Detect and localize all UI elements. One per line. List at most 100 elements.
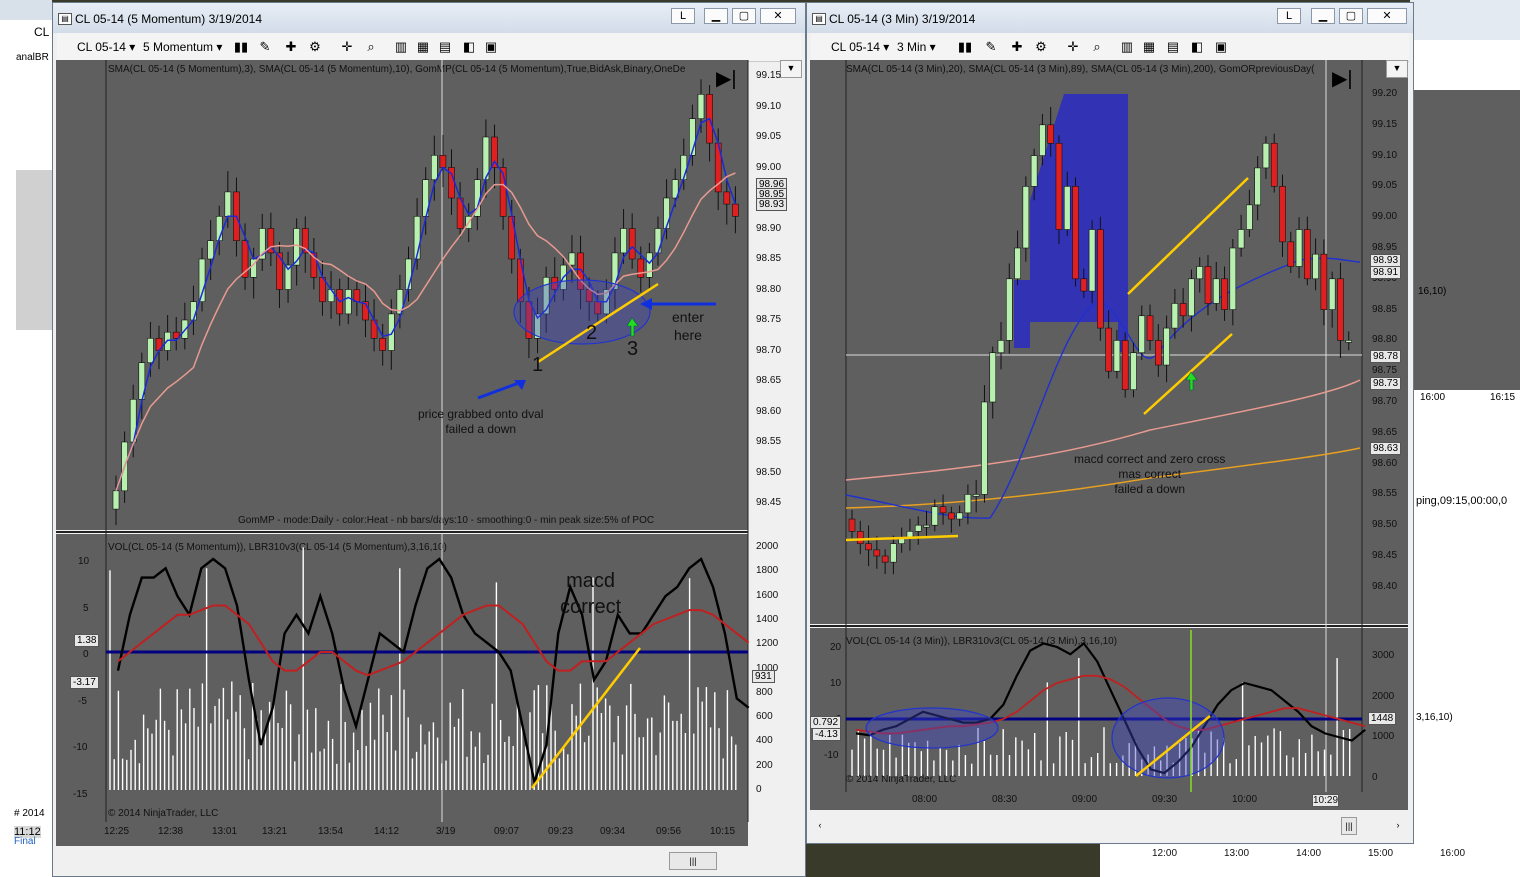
w2-candle-body (1022, 186, 1030, 249)
w2-candle-body (848, 518, 856, 532)
w2-candle-body (1246, 204, 1253, 230)
w2-time-tick: 08:00 (912, 794, 938, 805)
w2-time-tick: 10:29 (1312, 794, 1340, 807)
w2-price-tick: 99.20 (1372, 88, 1398, 99)
w2-candle-body (1072, 186, 1079, 280)
w1-vol-tick: 0 (756, 784, 762, 795)
w2-candle-body (972, 494, 980, 497)
annotation-label-1: 1 (532, 354, 544, 376)
w2-vol-tick: 2000 (1372, 690, 1395, 702)
w1-time-tick: 09:07 (494, 826, 520, 837)
w2-candle-body (873, 549, 881, 557)
w2-candle-body (1039, 124, 1046, 156)
w1-time-tick: 3/19 (436, 826, 456, 837)
w2-candle-body (1030, 155, 1038, 187)
w2-price-tick: 98.85 (1372, 303, 1398, 315)
w2-candle-body (1130, 352, 1137, 390)
w1-time-tick: 09:34 (600, 826, 626, 837)
w2-ellipse-left (865, 707, 999, 749)
w2-candle-body (1005, 278, 1013, 341)
w1-candle-body (293, 228, 300, 266)
w1-price-tick: 98.60 (756, 405, 782, 417)
w2-candle-body (1229, 247, 1237, 310)
w1-time-tick: 09:56 (656, 826, 682, 837)
w2-price-tag: 98.91 (1370, 266, 1402, 279)
w2-price-tick: 98.70 (1372, 396, 1398, 407)
w2-candle-body (1237, 229, 1245, 249)
w1-osc-tick: -5 (78, 695, 87, 707)
w1-candle-body (628, 228, 636, 260)
w1-vol-tick: 1200 (756, 638, 779, 650)
w1-time-tick: 12:38 (158, 826, 184, 837)
w2-time-tick: 10:00 (1232, 794, 1258, 805)
w2-candle-body (981, 401, 988, 495)
w2-vol-tick: 0 (1372, 771, 1378, 783)
w1-vol-tick: 1800 (756, 565, 779, 577)
w1-candle-body (568, 252, 576, 266)
w1-candle-body (646, 252, 653, 278)
w1-candle-body (431, 155, 438, 181)
w1-osc-tick: -10 (73, 742, 88, 753)
w2-candle-body (1097, 229, 1104, 329)
w2-candle-body (1270, 142, 1278, 187)
w1-time-tick: 14:12 (374, 826, 400, 837)
w2-candle-body (1254, 167, 1261, 206)
w2-vol-tag: 1448 (1368, 712, 1397, 725)
w2-price-tag: 98.63 (1370, 442, 1402, 455)
w2-price-tag: 98.78 (1370, 350, 1402, 363)
w1-osc-tag-1: -3.17 (70, 676, 99, 689)
w2-time-tick: 09:00 (1072, 794, 1098, 805)
w1-candle-body (379, 337, 386, 351)
w1-osc-tag-0: 1.38 (74, 634, 100, 647)
w1-vol-tag: 931 (752, 670, 775, 683)
w2-candle-body (1113, 340, 1121, 372)
w1-price-tick: 98.90 (756, 222, 782, 234)
w2-candle-body (1279, 186, 1286, 243)
w1-price-tag-2: 98.93 (756, 198, 788, 211)
w1-price-tick: 98.50 (756, 466, 782, 478)
w2-candle-body (1320, 253, 1328, 310)
w2-candle-body (997, 340, 1005, 354)
w1-price-tick: 98.80 (756, 283, 782, 295)
w2-vol-tick: 3000 (1372, 650, 1395, 661)
w2-osc-tag-1: -4.13 (812, 728, 841, 741)
w2-price-tick: 98.60 (1372, 457, 1398, 469)
w2-candle-body (1055, 142, 1063, 230)
w2-price-tick: 99.15 (1372, 118, 1398, 130)
w1-time-tick: 09:23 (548, 826, 574, 837)
annotation-label-3: 3 (627, 338, 639, 360)
w1-candle-body (663, 197, 670, 229)
w2-candle-body (881, 555, 889, 563)
w2-candle-body (1146, 315, 1154, 341)
w2-candle-body (856, 531, 864, 544)
w2-candle-body (1337, 278, 1344, 341)
w2-candle-body (1155, 340, 1162, 366)
w1-price-tick: 98.70 (756, 344, 782, 356)
w1-candle-body (732, 203, 739, 217)
w2-candle-body (890, 543, 897, 563)
w2-candle-body (1328, 278, 1336, 310)
w1-candle-body (439, 155, 447, 168)
w2-candle-body (1221, 278, 1228, 310)
w2-osc-tick: -10 (824, 750, 839, 761)
w2-price-tick: 98.75 (1372, 365, 1398, 377)
w2-time-tick: 09:30 (1152, 794, 1178, 805)
w2-price-tick: 98.45 (1372, 550, 1398, 561)
w1-time-tick: 12:25 (104, 826, 130, 837)
w2-candle-body (865, 543, 872, 551)
w1-price-tick: 98.75 (756, 314, 782, 325)
w2-opening-range-band (1014, 94, 1128, 352)
w2-candle-body (1088, 229, 1096, 292)
w1-candle-body (387, 313, 395, 351)
w2-price-tick: 98.55 (1372, 488, 1398, 500)
w1-vol-tick: 1400 (756, 613, 779, 625)
w2-price-tick: 99.10 (1372, 149, 1398, 161)
w2-price-tick: 98.95 (1372, 242, 1398, 253)
w2-vol-tick: 1000 (1372, 731, 1395, 742)
annotation-label-2: 2 (586, 322, 598, 344)
w2-candle-body (1304, 229, 1311, 280)
w1-vol-tick: 800 (756, 686, 773, 698)
w2-candle-body (1262, 142, 1270, 169)
w1-candle-body (190, 301, 197, 321)
w2-candle-body (1188, 278, 1195, 317)
